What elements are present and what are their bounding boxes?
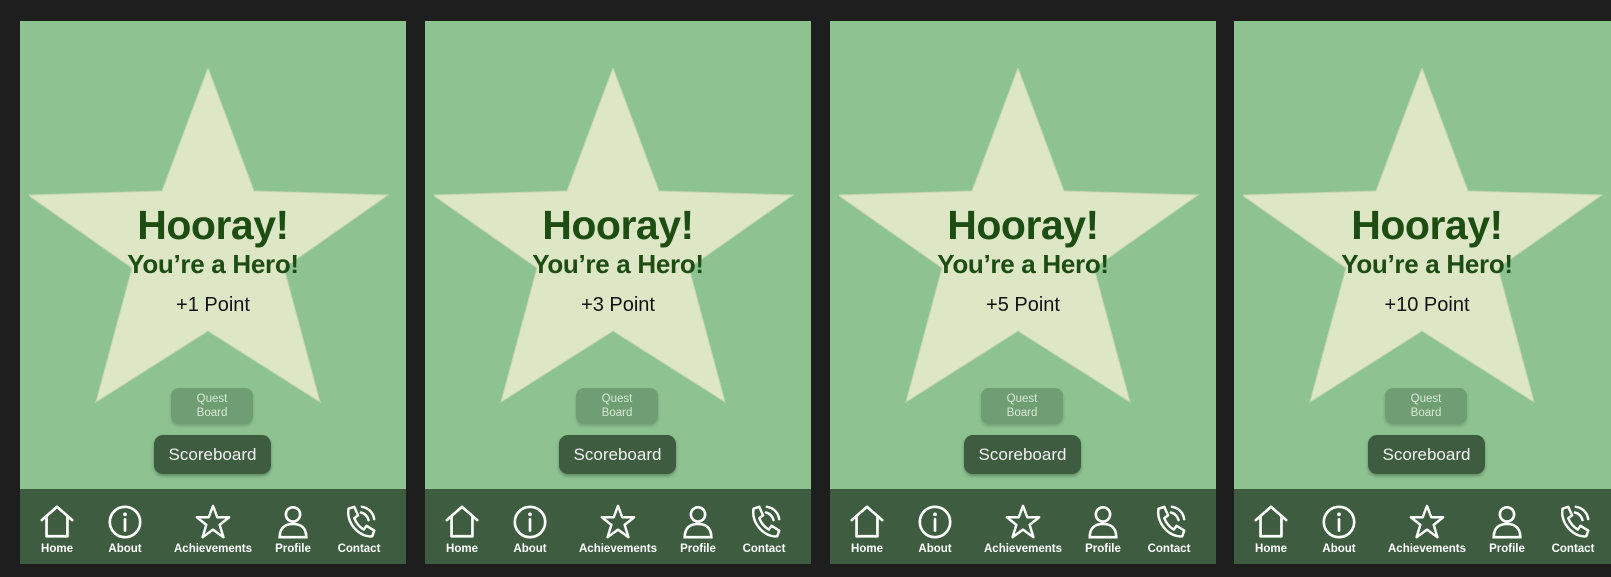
nav-label: Contact xyxy=(337,543,381,555)
nav-label: Achievements xyxy=(984,543,1062,555)
nav-achievements[interactable]: Achievements xyxy=(983,503,1063,555)
nav-label: Profile xyxy=(1085,543,1121,555)
nav-label: Achievements xyxy=(579,543,657,555)
profile-icon xyxy=(683,505,713,539)
quest-board-button[interactable]: Quest Board xyxy=(576,388,658,424)
nav-contact[interactable]: Contact xyxy=(724,503,804,555)
info-icon xyxy=(513,505,547,539)
nav-label: About xyxy=(918,543,952,555)
nav-achievements[interactable]: Achievements xyxy=(578,503,658,555)
nav-about[interactable]: About xyxy=(1299,503,1379,555)
phone-icon xyxy=(1561,505,1590,538)
bottom-nav: Home About Achievements Profile Contact xyxy=(425,489,811,564)
star-icon xyxy=(1409,504,1445,539)
quest-board-button[interactable]: Quest Board xyxy=(1385,388,1467,424)
nav-label: Profile xyxy=(1489,543,1525,555)
home-icon xyxy=(40,505,74,538)
nav-achievements[interactable]: Achievements xyxy=(1387,503,1467,555)
nav-label: Home xyxy=(851,543,883,555)
bottom-nav: Home About Achievements Profile Contact xyxy=(1234,489,1611,564)
hero-screen-2: Hooray! You’re a Hero! +3 Point Quest Bo… xyxy=(425,21,811,564)
scoreboard-button[interactable]: Scoreboard xyxy=(1368,435,1485,474)
hero-subtitle: You’re a Hero! xyxy=(937,249,1109,279)
star-icon xyxy=(195,504,231,539)
info-icon xyxy=(1322,505,1356,539)
nav-label: About xyxy=(108,543,142,555)
bottom-nav: Home About Achievements Profile Contact xyxy=(20,489,406,564)
hero-screen-3: Hooray! You’re a Hero! +5 Point Quest Bo… xyxy=(830,21,1216,564)
hooray-title: Hooray! xyxy=(1351,202,1503,248)
nav-label: Home xyxy=(446,543,478,555)
home-icon xyxy=(445,505,479,538)
nav-label: Home xyxy=(1255,543,1287,555)
nav-label: About xyxy=(1322,543,1356,555)
nav-label: Contact xyxy=(1551,543,1595,555)
info-icon xyxy=(108,505,142,539)
hooray-title: Hooray! xyxy=(542,202,694,248)
nav-about[interactable]: About xyxy=(895,503,975,555)
home-icon xyxy=(850,505,884,538)
hero-screen-4: Hooray! You’re a Hero! +10 Point Quest B… xyxy=(1234,21,1611,564)
profile-icon xyxy=(278,505,308,539)
profile-icon xyxy=(1492,505,1522,539)
nav-label: Achievements xyxy=(174,543,252,555)
points-awarded: +10 Point xyxy=(1384,294,1470,316)
nav-contact[interactable]: Contact xyxy=(1533,503,1611,555)
nav-label: About xyxy=(513,543,547,555)
hero-subtitle: You’re a Hero! xyxy=(1341,249,1513,279)
hooray-title: Hooray! xyxy=(137,202,289,248)
star-icon xyxy=(1005,504,1041,539)
profile-icon xyxy=(1088,505,1118,539)
phone-icon xyxy=(1157,505,1186,538)
bottom-nav: Home About Achievements Profile Contact xyxy=(830,489,1216,564)
scoreboard-button[interactable]: Scoreboard xyxy=(154,435,271,474)
nav-contact[interactable]: Contact xyxy=(1129,503,1209,555)
nav-label: Profile xyxy=(275,543,311,555)
hero-subtitle: You’re a Hero! xyxy=(532,249,704,279)
points-awarded: +3 Point xyxy=(581,294,655,316)
nav-label: Contact xyxy=(742,543,786,555)
hero-subtitle: You’re a Hero! xyxy=(127,249,299,279)
hooray-title: Hooray! xyxy=(947,202,1099,248)
nav-label: Achievements xyxy=(1388,543,1466,555)
nav-contact[interactable]: Contact xyxy=(319,503,399,555)
screens-container: Hooray! You’re a Hero! +1 Point Quest Bo… xyxy=(0,0,1611,577)
nav-label: Home xyxy=(41,543,73,555)
scoreboard-button[interactable]: Scoreboard xyxy=(559,435,676,474)
nav-label: Profile xyxy=(680,543,716,555)
phone-icon xyxy=(347,505,376,538)
scoreboard-button[interactable]: Scoreboard xyxy=(964,435,1081,474)
star-icon xyxy=(600,504,636,539)
nav-about[interactable]: About xyxy=(85,503,165,555)
nav-achievements[interactable]: Achievements xyxy=(173,503,253,555)
points-awarded: +1 Point xyxy=(176,294,250,316)
quest-board-button[interactable]: Quest Board xyxy=(981,388,1063,424)
nav-about[interactable]: About xyxy=(490,503,570,555)
points-awarded: +5 Point xyxy=(986,294,1060,316)
info-icon xyxy=(918,505,952,539)
phone-icon xyxy=(752,505,781,538)
home-icon xyxy=(1254,505,1288,538)
nav-label: Contact xyxy=(1147,543,1191,555)
quest-board-button[interactable]: Quest Board xyxy=(171,388,253,424)
hero-screen-1: Hooray! You’re a Hero! +1 Point Quest Bo… xyxy=(20,21,406,564)
